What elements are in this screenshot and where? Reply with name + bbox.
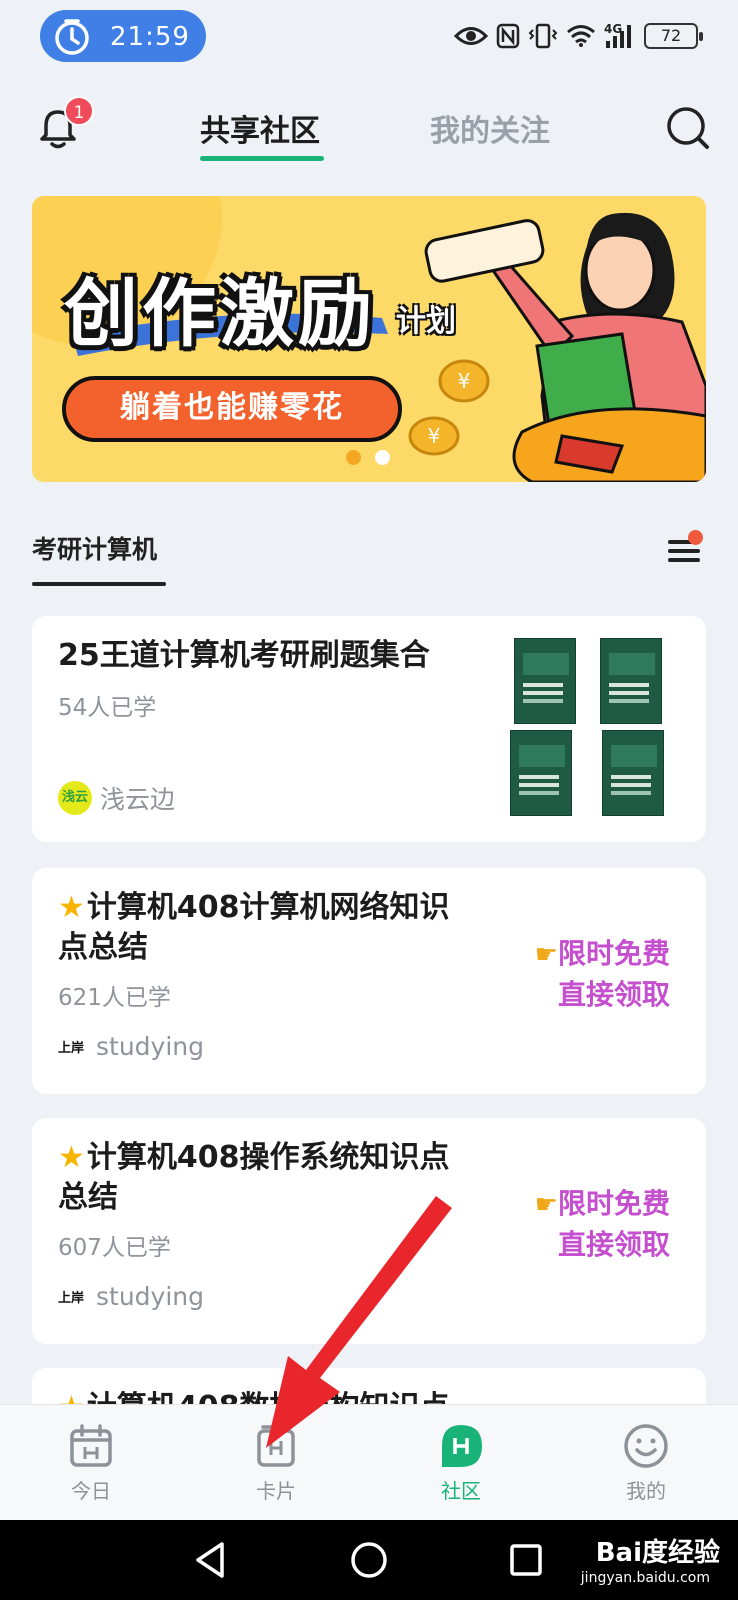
smiley-icon: [624, 1424, 668, 1468]
banner-subtitle: 计划: [396, 304, 456, 339]
status-bar: 21:59 4G 72: [0, 0, 738, 72]
wifi-icon: [567, 25, 595, 47]
card-title-line: 总结: [58, 1180, 118, 1215]
banner-tagline: 躺着也能赚零花: [62, 376, 402, 442]
promo-banner[interactable]: ¥ ¥ 创作激励 计划 躺着也能赚零花: [32, 196, 706, 482]
battery-indicator: 72: [644, 23, 703, 49]
avatar: 上岸: [58, 1291, 85, 1306]
card-title-line: 点总结: [58, 930, 148, 965]
nav-label: 社区: [441, 1479, 481, 1503]
carousel-dot: [375, 450, 390, 465]
learner-count: 54人已学: [58, 695, 157, 721]
book-cover: [602, 730, 664, 816]
promo-line: 限时免费: [557, 937, 670, 970]
category-underline: [32, 582, 166, 586]
nav-community[interactable]: 社区: [416, 1423, 506, 1504]
top-header: 1 共享社区 我的关注: [0, 90, 738, 170]
learner-count: 621人已学: [58, 985, 171, 1011]
carousel-indicator: [346, 450, 390, 465]
pointing-hand-icon: ☛: [534, 1190, 558, 1220]
category-label[interactable]: 考研计算机: [32, 530, 157, 566]
promo-line: 直接领取: [557, 1228, 670, 1261]
signal-icon: [606, 25, 631, 48]
deck-card[interactable]: ★计算机408操作系统知识点 总结 607人已学 上岸 studying ☛限时…: [32, 1118, 706, 1344]
search-icon[interactable]: [664, 104, 712, 152]
nfc-icon: [496, 23, 520, 49]
nav-label: 我的: [626, 1479, 666, 1503]
home-icon: [351, 1542, 387, 1578]
watermark-url: jingyan.baidu.com: [580, 1570, 710, 1586]
active-tab-indicator: [200, 156, 324, 161]
promo-line: 限时免费: [557, 1187, 670, 1220]
nav-cards[interactable]: 卡片: [231, 1423, 321, 1504]
avatar: 浅云: [58, 781, 92, 815]
tab-my-following[interactable]: 我的关注: [430, 106, 550, 150]
pointing-hand-icon: ☛: [534, 940, 558, 970]
card-author[interactable]: 上岸 studying: [58, 1032, 204, 1061]
author-name: studying: [96, 1032, 204, 1061]
card-title-line: 计算机408计算机网络知识: [86, 890, 450, 925]
card-title: 25王道计算机考研刷题集合: [58, 638, 430, 673]
avatar: 上岸: [58, 1041, 85, 1056]
card-author[interactable]: 上岸 studying: [58, 1282, 204, 1311]
banner-title: 创作激励: [64, 271, 376, 357]
book-cover: [514, 638, 576, 724]
community-icon: [442, 1425, 482, 1467]
card-author[interactable]: 浅云 浅云边: [58, 780, 175, 816]
timer-chip[interactable]: 21:59: [40, 10, 206, 62]
calendar-icon: [70, 1424, 112, 1467]
promo-line: 直接领取: [557, 978, 670, 1011]
promo-text: ☛限时免费 直接领取: [535, 934, 670, 1015]
star-icon: ★: [58, 890, 85, 925]
watermark-logo: Bai度经验: [595, 1538, 720, 1568]
carousel-dot-active: [346, 450, 361, 465]
clock-time: 21:59: [110, 22, 190, 52]
nav-label: 卡片: [256, 1479, 296, 1503]
cover-image: [510, 638, 670, 820]
card-deck-icon: [257, 1425, 295, 1467]
recents-icon: [510, 1544, 542, 1576]
nav-label: 今日: [71, 1479, 111, 1503]
notification-badge: 1: [64, 96, 94, 126]
card-title: ★计算机408计算机网络知识 点总结: [58, 888, 450, 968]
system-navigation-bar: Bai度经验 jingyan.baidu.com: [0, 1520, 738, 1600]
author-name: studying: [96, 1282, 204, 1311]
card-title: ★计算机408操作系统知识点 总结: [58, 1138, 450, 1218]
timer-icon: [55, 19, 89, 55]
promo-text: ☛限时免费 直接领取: [535, 1184, 670, 1265]
author-name: 浅云边: [100, 785, 176, 814]
card-title-line: 计算机408操作系统知识点: [86, 1140, 450, 1175]
menu-notification-dot: [688, 530, 703, 545]
signal-indicator: 4G: [604, 23, 636, 49]
tab-shared-community[interactable]: 共享社区: [200, 106, 320, 150]
star-icon: ★: [58, 1140, 85, 1175]
book-cover: [600, 638, 662, 724]
svg-text:¥: ¥: [458, 369, 471, 393]
vibrate-icon: [528, 23, 558, 49]
back-icon: [196, 1542, 224, 1578]
eye-icon: [454, 27, 488, 45]
deck-card[interactable]: 25王道计算机考研刷题集合 54人已学 浅云 浅云边: [32, 616, 706, 842]
svg-text:¥: ¥: [428, 424, 441, 448]
book-cover: [510, 730, 572, 816]
nav-today[interactable]: 今日: [46, 1423, 136, 1504]
deck-card[interactable]: ★计算机408计算机网络知识 点总结 621人已学 上岸 studying ☛限…: [32, 868, 706, 1094]
bottom-navigation: 今日 卡片 社区 我的: [0, 1404, 738, 1520]
learner-count: 607人已学: [58, 1235, 171, 1261]
nav-profile[interactable]: 我的: [601, 1423, 691, 1504]
